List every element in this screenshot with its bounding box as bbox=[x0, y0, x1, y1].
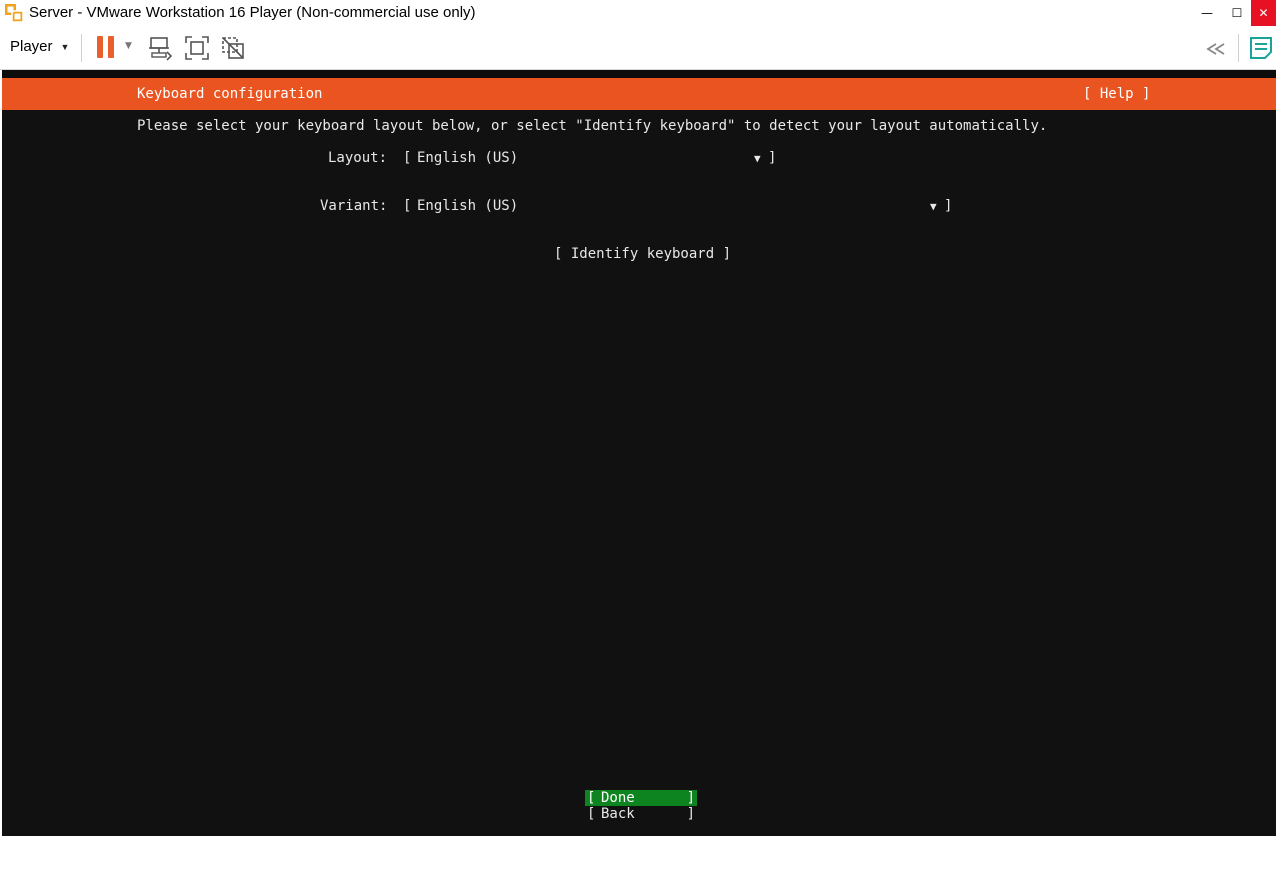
player-menu-label: Player bbox=[10, 38, 53, 55]
collapse-icon[interactable] bbox=[1204, 37, 1230, 63]
close-button[interactable]: ✕ bbox=[1251, 0, 1276, 26]
variant-value: English (US) bbox=[417, 198, 519, 214]
toolbar-divider bbox=[81, 34, 82, 62]
bracket-right: ] bbox=[768, 150, 777, 166]
player-menu[interactable]: Player ▼ bbox=[10, 38, 69, 55]
window-title: Server - VMware Workstation 16 Player (N… bbox=[29, 4, 476, 21]
send-ctrl-alt-del-icon[interactable] bbox=[148, 35, 174, 61]
layout-value: English (US) bbox=[417, 150, 519, 166]
bracket-right: ] bbox=[944, 198, 953, 214]
layout-dropdown[interactable]: [ English (US) ▼ ] bbox=[403, 150, 779, 168]
back-label: Back bbox=[601, 806, 635, 822]
bracket-left: [ bbox=[403, 150, 412, 166]
pause-icon bbox=[97, 36, 103, 58]
dropdown-arrow-icon: ▼ bbox=[754, 152, 761, 165]
bracket-right: ] bbox=[686, 806, 695, 822]
notes-icon[interactable] bbox=[1248, 35, 1274, 61]
layout-label: Layout: bbox=[328, 150, 388, 166]
console-top-strip bbox=[2, 70, 1276, 78]
installer-header: Keyboard configuration [ Help ] bbox=[2, 78, 1276, 110]
pause-dropdown-icon[interactable]: ▼ bbox=[125, 41, 132, 51]
back-button[interactable]: [ Back ] bbox=[585, 806, 697, 822]
done-label: Done bbox=[601, 790, 635, 806]
bracket-right: ] bbox=[686, 790, 695, 806]
dropdown-arrow-icon: ▼ bbox=[930, 200, 937, 213]
maximize-button[interactable]: ☐ bbox=[1222, 0, 1252, 26]
instructions-text: Please select your keyboard layout below… bbox=[137, 118, 1048, 134]
identify-keyboard-button[interactable]: [ Identify keyboard ] bbox=[554, 246, 731, 262]
bracket-left: [ bbox=[403, 198, 412, 214]
player-toolbar: Player ▼ ▼ bbox=[0, 26, 1276, 70]
chevron-down-icon: ▼ bbox=[60, 41, 70, 52]
variant-dropdown[interactable]: [ English (US) ▼ ] bbox=[403, 198, 955, 216]
page-title: Keyboard configuration bbox=[137, 86, 323, 102]
guest-console[interactable]: Keyboard configuration [ Help ] Please s… bbox=[2, 70, 1276, 836]
minimize-button[interactable]: — bbox=[1192, 0, 1222, 26]
fullscreen-icon[interactable] bbox=[184, 35, 210, 61]
bracket-left: [ bbox=[587, 806, 596, 822]
window-title-bar: Server - VMware Workstation 16 Player (N… bbox=[0, 0, 1276, 26]
variant-label: Variant: bbox=[320, 198, 388, 214]
bracket-left: [ bbox=[587, 790, 596, 806]
vmware-logo-icon bbox=[5, 4, 24, 23]
pause-icon-bar bbox=[108, 36, 114, 58]
help-button[interactable]: [ Help ] bbox=[1083, 86, 1150, 102]
unity-icon[interactable] bbox=[220, 35, 246, 61]
done-button[interactable]: [ Done ] bbox=[585, 790, 697, 806]
toolbar-divider-right bbox=[1238, 34, 1239, 62]
